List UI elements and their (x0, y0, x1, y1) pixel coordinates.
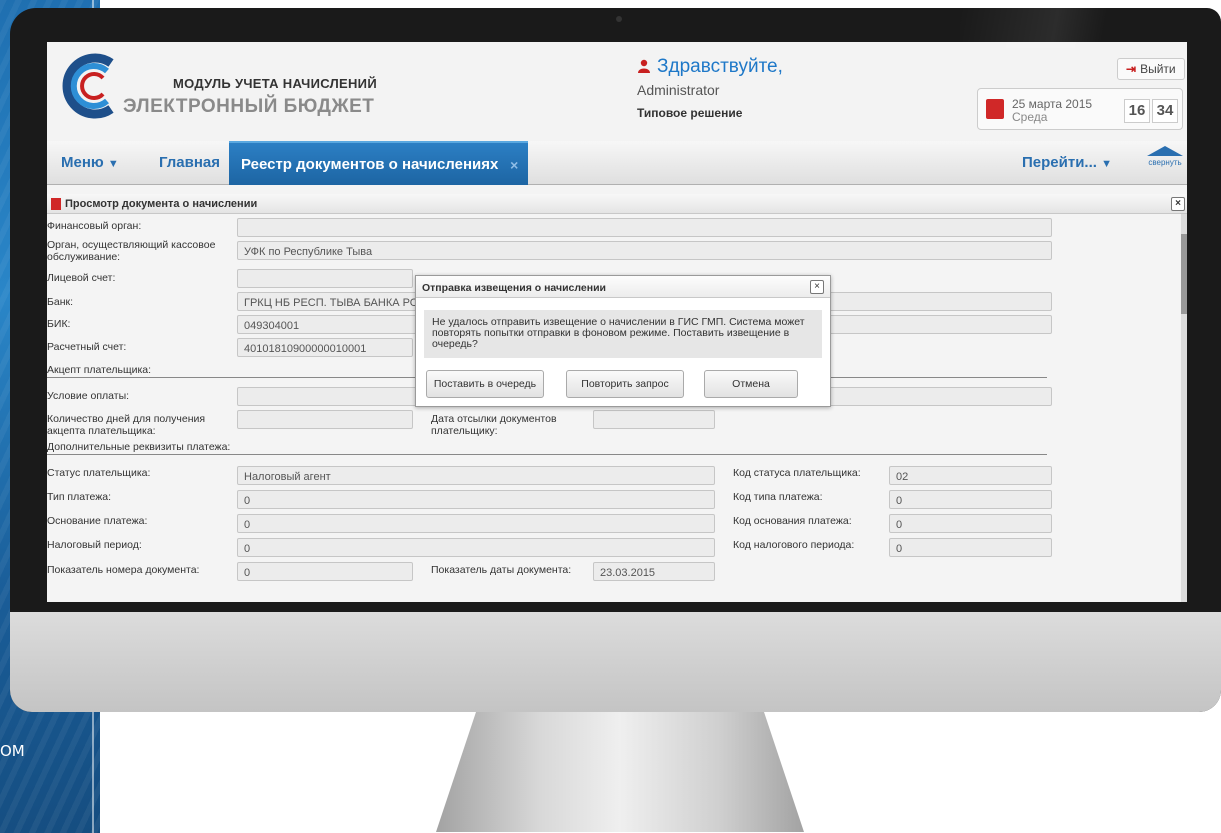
dialog-title: Отправка извещения о начислении (416, 276, 830, 298)
logout-icon: ⇥ (1126, 62, 1137, 76)
field-tax-period[interactable]: 0 (237, 538, 715, 557)
field-payer-status-code[interactable]: 02 (889, 466, 1052, 485)
cancel-button[interactable]: Отмена (704, 370, 798, 398)
field-cash-organ[interactable]: УФК по Республике Тыва (237, 241, 1052, 260)
logo-line-1: МОДУЛЬ УЧЕТА НАЧИСЛЕНИЙ (173, 76, 377, 91)
label-basis-code: Код основания платежа: (733, 515, 852, 527)
tab-close-icon[interactable]: × (510, 143, 518, 187)
field-payer-status[interactable]: Налоговый агент (237, 466, 715, 485)
label-pay-condition: Условие оплаты: (47, 390, 130, 402)
stage: ОМ МОДУЛЬ УЧЕТА НАЧИСЛЕНИЙ ЭЛЕКТРОННЫЙ Б… (0, 0, 1221, 833)
label-doc-number: Показатель номера документа: (47, 564, 200, 576)
calendar-icon (986, 99, 1004, 119)
field-days-accept[interactable] (237, 410, 413, 429)
field-account[interactable] (237, 269, 413, 288)
label-account: Лицевой счет: (47, 272, 116, 284)
queue-button[interactable]: Поставить в очередь (426, 370, 544, 398)
logo-icon (62, 53, 114, 119)
greeting-text: Здравствуйте, (657, 56, 783, 77)
camera-dot (616, 16, 622, 22)
solution-label: Типовое решение (637, 106, 743, 120)
dialog-message: Не удалось отправить извещение о начисле… (424, 310, 822, 358)
label-pay-type-code: Код типа платежа: (733, 491, 823, 503)
document-close-icon[interactable]: × (1171, 197, 1185, 211)
field-send-date[interactable] (593, 410, 715, 429)
scrollbar[interactable] (1181, 214, 1187, 602)
chevron-down-icon: ▼ (107, 158, 119, 170)
document-panel-title: Просмотр документа о начислении × (47, 194, 1187, 214)
field-doc-date[interactable]: 23.03.2015 (593, 562, 715, 581)
label-days-accept: Количество дней для получения акцепта пл… (47, 413, 206, 437)
current-date: 25 марта 2015 (1012, 97, 1093, 111)
menu-button[interactable]: Меню ▼ (61, 154, 119, 171)
retry-button[interactable]: Повторить запрос (566, 370, 684, 398)
logout-label: Выйти (1140, 62, 1176, 76)
user-name: Administrator (637, 82, 720, 98)
label-doc-date: Показатель даты документа: (431, 564, 572, 576)
field-settlement[interactable]: 40101810900000010001 (237, 338, 413, 357)
date-time-widget: 25 марта 2015 Среда 16 34 (977, 88, 1183, 130)
field-pay-type-code[interactable]: 0 (889, 490, 1052, 509)
tab-label: Реестр документов о начислениях (241, 156, 499, 173)
label-payer-status-code: Код статуса плательщика: (733, 467, 861, 479)
label-extra: Дополнительные реквизиты платежа: (47, 441, 231, 453)
dialog-close-icon[interactable]: × (810, 280, 824, 294)
collapse-button[interactable]: свернуть (1145, 146, 1185, 167)
field-tax-period-code[interactable]: 0 (889, 538, 1052, 557)
label-bank: Банк: (47, 296, 74, 308)
app-screen: МОДУЛЬ УЧЕТА НАЧИСЛЕНИЙ ЭЛЕКТРОННЫЙ БЮДЖ… (47, 42, 1187, 602)
goto-button[interactable]: Перейти... ▼ (1022, 154, 1112, 171)
field-fin-organ[interactable] (237, 218, 1052, 237)
label-payer-status: Статус плательщика: (47, 467, 151, 479)
field-pay-type[interactable]: 0 (237, 490, 715, 509)
current-weekday: Среда (1012, 110, 1048, 124)
nav-home[interactable]: Главная (159, 154, 220, 171)
field-basis-code[interactable]: 0 (889, 514, 1052, 533)
app-header: МОДУЛЬ УЧЕТА НАЧИСЛЕНИЙ ЭЛЕКТРОННЫЙ БЮДЖ… (47, 42, 1187, 141)
screen-gloss (960, 8, 1200, 48)
label-send-date: Дата отсылки документов плательщику: (431, 413, 557, 437)
label-tax-period: Налоговый период: (47, 539, 142, 551)
separator (47, 454, 1047, 455)
field-doc-number[interactable]: 0 (237, 562, 413, 581)
label-tax-period-code: Код налогового периода: (733, 539, 855, 551)
clock-minutes: 34 (1152, 99, 1178, 123)
document-icon (51, 198, 61, 210)
clock-hours: 16 (1124, 99, 1150, 123)
scrollbar-thumb[interactable] (1181, 234, 1187, 314)
greeting: Здравствуйте, (637, 56, 783, 78)
label-fin-organ: Финансовый орган: (47, 220, 142, 232)
monitor-stand (436, 712, 804, 832)
user-icon (637, 57, 651, 73)
logout-button[interactable]: ⇥ Выйти (1117, 58, 1185, 80)
chevron-down-icon: ▼ (1101, 158, 1112, 170)
background-side-text: ОМ (0, 742, 25, 760)
label-acceptance: Акцепт плательщика: (47, 364, 152, 376)
label-bik: БИК: (47, 318, 71, 330)
label-cash-organ: Орган, осуществляющий кассовое обслужива… (47, 239, 216, 263)
monitor-chin (10, 612, 1221, 712)
label-settlement: Расчетный счет: (47, 341, 127, 353)
main-nav: Меню ▼ Главная Перейти... ▼ (47, 141, 1187, 185)
label-pay-type: Тип платежа: (47, 491, 112, 503)
collapse-icon (1147, 146, 1183, 156)
tab-documents-registry[interactable]: Реестр документов о начислениях × (229, 141, 529, 187)
logo-line-2: ЭЛЕКТРОННЫЙ БЮДЖЕТ (123, 96, 375, 117)
notification-dialog: Отправка извещения о начислении × Не уда… (415, 275, 831, 407)
field-basis[interactable]: 0 (237, 514, 715, 533)
label-basis: Основание платежа: (47, 515, 148, 527)
